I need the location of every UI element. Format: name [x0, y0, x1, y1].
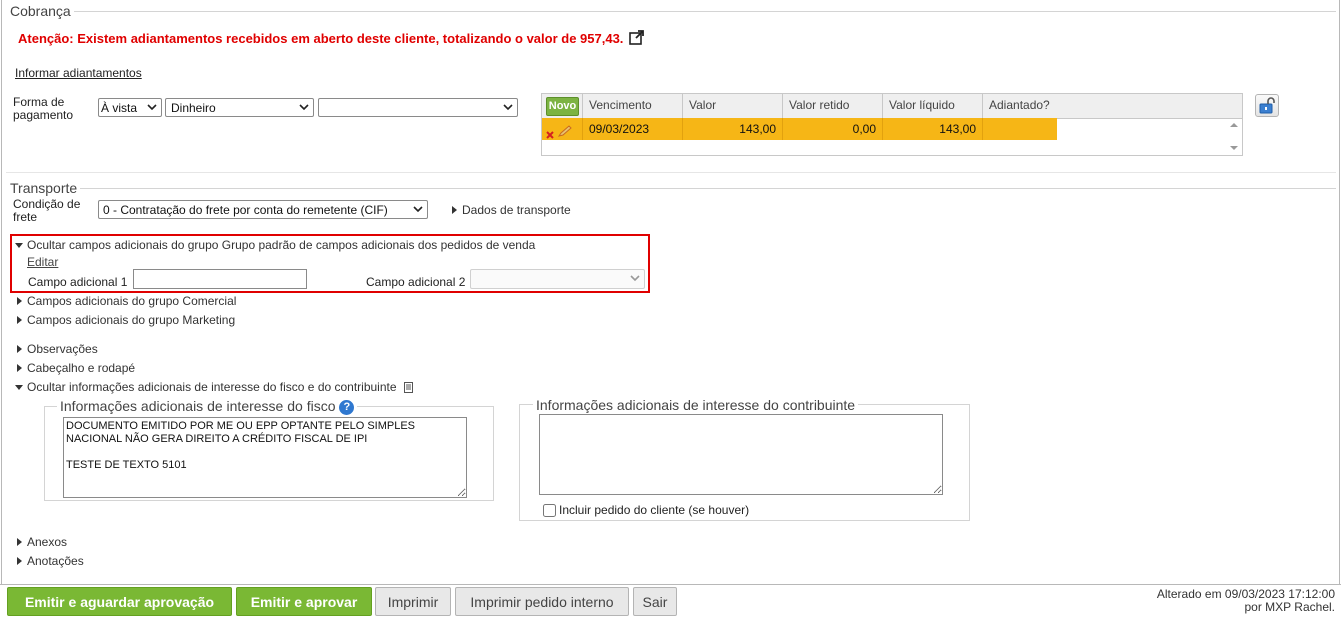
- campo1-label: Campo adicional 1: [28, 275, 128, 289]
- new-installment-button[interactable]: Novo: [546, 97, 579, 116]
- grid-scrollbar[interactable]: [1226, 118, 1242, 155]
- cobranca-divider: [74, 11, 1336, 12]
- col-valor[interactable]: Valor: [682, 94, 782, 118]
- payment-type-value: Dinheiro: [171, 100, 216, 115]
- cabecalho-toggle[interactable]: Cabeçalho e rodapé: [17, 361, 135, 375]
- cell-vencimento: 09/03/2023: [582, 118, 682, 140]
- caret-right-icon: [17, 345, 22, 353]
- caret-down-icon: [15, 385, 23, 390]
- contribuinte-legend: Informações adicionais de interesse do c…: [533, 397, 859, 413]
- incluir-pedido-option[interactable]: Incluir pedido do cliente (se houver): [543, 503, 749, 517]
- cell-adiantado: [982, 118, 1057, 140]
- forma-label-line2: pagamento: [13, 108, 74, 122]
- col-valor-retido[interactable]: Valor retido: [782, 94, 882, 118]
- payment-type-select[interactable]: Dinheiro: [165, 98, 314, 117]
- unlock-icon[interactable]: [1255, 94, 1279, 117]
- payment-mode-value: À vista: [101, 100, 138, 115]
- dados-transporte-toggle[interactable]: Dados de transporte: [452, 203, 571, 217]
- condicao-frete-label: Condição de frete: [13, 198, 80, 224]
- caret-right-icon: [17, 557, 22, 565]
- fisco-legend-text: Informações adicionais de interesse do f…: [60, 398, 336, 414]
- payment-mode-select[interactable]: À vista: [98, 98, 162, 117]
- anotacoes-label: Anotações: [27, 554, 84, 568]
- cell-valor: 143,00: [682, 118, 782, 140]
- group-comercial-label: Campos adicionais do grupo Comercial: [27, 294, 237, 308]
- campo1-input[interactable]: [133, 269, 307, 289]
- col-valor-liquido[interactable]: Valor líquido: [882, 94, 982, 118]
- condicao-label-line2: frete: [13, 210, 38, 224]
- col-vencimento[interactable]: Vencimento: [582, 94, 682, 118]
- chevron-down-icon: [147, 104, 157, 111]
- caret-down-icon: [15, 243, 23, 248]
- advance-warning-text: Atenção: Existem adiantamentos recebidos…: [18, 31, 624, 46]
- table-row[interactable]: 09/03/2023 143,00 0,00 143,00: [542, 118, 1057, 140]
- grid-header: Novo Vencimento Valor Valor retido Valor…: [542, 94, 1242, 119]
- imprimir-button[interactable]: Imprimir: [375, 587, 451, 616]
- caret-right-icon: [17, 538, 22, 546]
- col-adiantado[interactable]: Adiantado?: [982, 94, 1255, 118]
- group-marketing-label: Campos adicionais do grupo Marketing: [27, 313, 236, 327]
- fisco-legend: Informações adicionais de interesse do f…: [57, 398, 358, 415]
- sair-button[interactable]: Sair: [633, 587, 677, 616]
- observacoes-label: Observações: [27, 342, 98, 356]
- installments-grid: Novo Vencimento Valor Valor retido Valor…: [541, 93, 1243, 156]
- cell-valor-liquido: 143,00: [882, 118, 982, 140]
- group-marketing-toggle[interactable]: Campos adicionais do grupo Marketing: [17, 313, 235, 327]
- advance-warning: Atenção: Existem adiantamentos recebidos…: [18, 30, 645, 48]
- observacoes-toggle[interactable]: Observações: [17, 342, 98, 356]
- row-actions: [542, 118, 582, 140]
- cell-valor-retido: 0,00: [782, 118, 882, 140]
- group-comercial-toggle[interactable]: Campos adicionais do grupo Comercial: [17, 294, 236, 308]
- imprimir-interno-button[interactable]: Imprimir pedido interno: [455, 587, 629, 616]
- incluir-pedido-checkbox[interactable]: [543, 503, 556, 517]
- chevron-down-icon: [503, 104, 513, 111]
- cabecalho-label: Cabeçalho e rodapé: [27, 361, 136, 375]
- emitir-aprovar-button[interactable]: Emitir e aprovar: [236, 587, 372, 616]
- editar-link[interactable]: Editar: [27, 255, 58, 269]
- group-padrao-toggle[interactable]: Ocultar campos adicionais do grupo Grupo…: [15, 238, 535, 252]
- payment-extra-select[interactable]: [318, 98, 518, 117]
- group-padrao-label: Ocultar campos adicionais do grupo Grupo…: [27, 238, 536, 252]
- campo2-select[interactable]: [470, 269, 645, 289]
- fisco-textarea[interactable]: DOCUMENTO EMITIDO POR ME OU EPP OPTANTE …: [63, 417, 467, 498]
- chevron-down-icon: [413, 206, 423, 213]
- info-fisco-toggle-label: Ocultar informações adicionais de intere…: [27, 380, 397, 394]
- section-separator: [6, 172, 1336, 173]
- anotacoes-toggle[interactable]: Anotações: [17, 554, 84, 568]
- incluir-pedido-label: Incluir pedido do cliente (se houver): [559, 503, 750, 517]
- help-icon[interactable]: ?: [339, 400, 355, 415]
- cobranca-title: Cobrança: [10, 3, 71, 19]
- external-link-icon[interactable]: [629, 30, 645, 48]
- chevron-down-icon: [299, 104, 309, 111]
- condicao-frete-select[interactable]: 0 - Contratação do frete por conta do re…: [98, 200, 428, 219]
- delete-icon[interactable]: [546, 124, 554, 146]
- emitir-aguardar-button[interactable]: Emitir e aguardar aprovação: [7, 587, 232, 616]
- last-modified-info: Alterado em 09/03/2023 17:12:00 por MXP …: [1157, 588, 1335, 614]
- anexos-toggle[interactable]: Anexos: [17, 535, 67, 549]
- caret-right-icon: [17, 316, 22, 324]
- last-modified-user: por MXP Rachel.: [1244, 600, 1336, 614]
- forma-pagamento-label: Forma de pagamento: [13, 96, 73, 122]
- edit-pencil-icon[interactable]: [557, 122, 572, 144]
- anexos-label: Anexos: [27, 535, 68, 549]
- dados-transporte-label: Dados de transporte: [462, 203, 571, 217]
- caret-right-icon: [17, 297, 22, 305]
- contribuinte-textarea[interactable]: [539, 414, 943, 495]
- footer-divider: [0, 584, 1341, 585]
- document-icon[interactable]: [403, 382, 413, 396]
- campo2-label: Campo adicional 2: [366, 275, 466, 289]
- caret-right-icon: [17, 364, 22, 372]
- caret-right-icon: [452, 206, 457, 214]
- transporte-title: Transporte: [10, 180, 78, 196]
- condicao-frete-value: 0 - Contratação do frete por conta do re…: [103, 202, 388, 217]
- informar-adiantamentos-link[interactable]: Informar adiantamentos: [15, 66, 142, 80]
- transporte-divider: [80, 188, 1336, 189]
- chevron-down-icon: [630, 275, 640, 282]
- info-fisco-toggle[interactable]: Ocultar informações adicionais de intere…: [15, 380, 413, 396]
